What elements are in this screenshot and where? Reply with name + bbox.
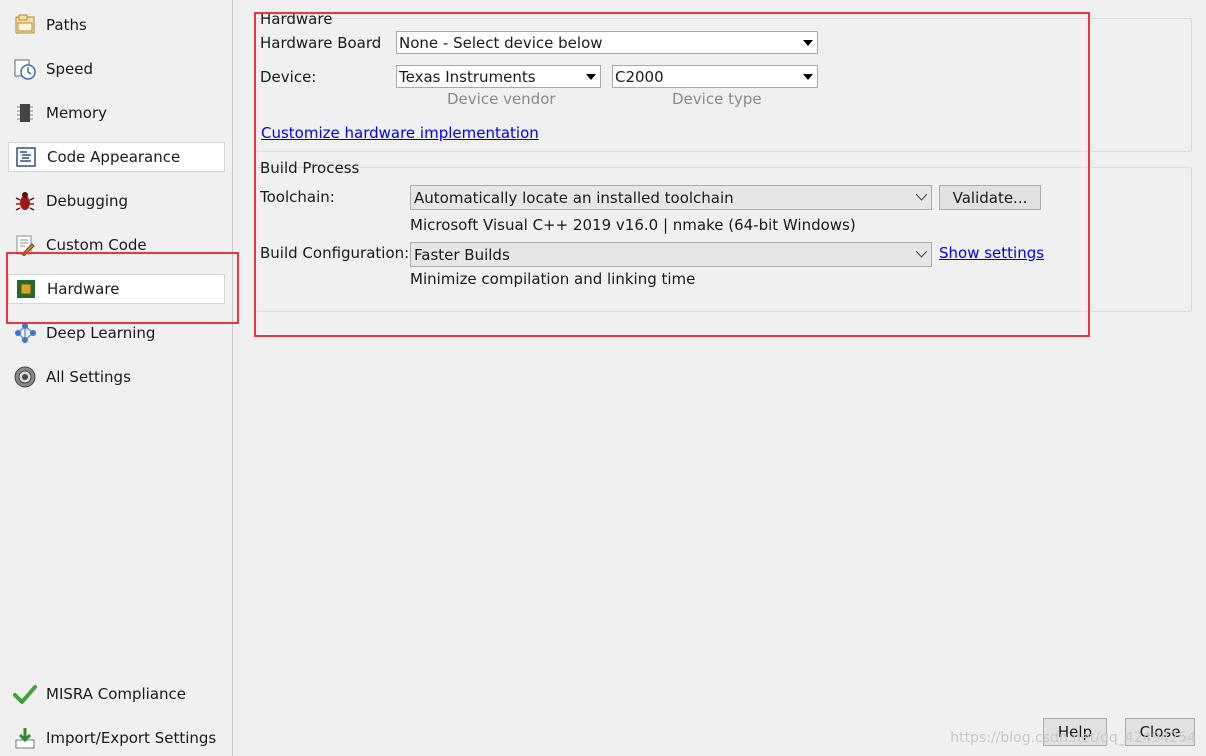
sidebar-item-label: Deep Learning — [46, 324, 156, 342]
sidebar-item-label: Paths — [46, 16, 87, 34]
sidebar-item-label: Import/Export Settings — [46, 729, 217, 747]
toolchain-value: Automatically locate an installed toolch… — [414, 188, 734, 207]
main-content: Hardware Hardware Board None - Select de… — [233, 0, 1206, 756]
sidebar-item-label: All Settings — [46, 368, 131, 386]
device-vendor-dropdown[interactable]: Texas Instruments — [396, 65, 601, 88]
toolchain-dropdown[interactable]: Automatically locate an installed toolch… — [410, 185, 932, 210]
sidebar-item-label: Hardware — [47, 280, 120, 298]
custom-code-icon — [12, 232, 38, 258]
chevron-down-icon — [582, 73, 600, 80]
sidebar-item-label: Code Appearance — [47, 148, 181, 166]
device-type-dropdown[interactable]: C2000 — [612, 65, 818, 88]
build-configuration-value: Faster Builds — [414, 245, 510, 264]
folder-icon — [12, 12, 38, 38]
chevron-down-icon — [799, 39, 817, 46]
watermark: https://blog.csdn.net/qq_42494254 — [950, 730, 1196, 746]
chevron-down-icon — [911, 194, 931, 201]
memory-icon — [12, 100, 38, 126]
import-export-icon — [12, 725, 38, 751]
hardware-board-value: None - Select device below — [399, 33, 603, 52]
sidebar-item-custom-code[interactable]: Custom Code — [8, 230, 225, 260]
toolchain-info: Microsoft Visual C++ 2019 v16.0 | nmake … — [410, 216, 856, 234]
show-settings-link[interactable]: Show settings — [939, 244, 1044, 262]
build-configuration-dropdown[interactable]: Faster Builds — [410, 242, 932, 267]
checkmark-icon — [12, 681, 38, 707]
sidebar-item-misra-compliance[interactable]: MISRA Compliance — [8, 679, 225, 709]
sidebar: Paths Speed Memory Code Appearance Debug… — [0, 0, 233, 756]
clock-icon — [12, 56, 38, 82]
network-icon — [12, 320, 38, 346]
build-process-title: Build Process — [260, 159, 360, 177]
hardware-section-title: Hardware — [260, 10, 333, 28]
validate-button[interactable]: Validate... — [939, 185, 1041, 210]
device-type-value: C2000 — [615, 67, 664, 86]
sidebar-item-deep-learning[interactable]: Deep Learning — [8, 318, 225, 348]
gear-icon — [12, 364, 38, 390]
sidebar-item-memory[interactable]: Memory — [8, 98, 225, 128]
hardware-board-label: Hardware Board — [260, 34, 382, 52]
sidebar-item-label: Speed — [46, 60, 94, 78]
device-label: Device: — [260, 68, 317, 86]
build-configuration-label: Build Configuration: — [260, 244, 410, 262]
device-type-hint: Device type — [672, 90, 762, 108]
sidebar-item-debugging[interactable]: Debugging — [8, 186, 225, 216]
sidebar-item-label: Debugging — [46, 192, 129, 210]
chip-icon — [13, 276, 39, 302]
sidebar-item-hardware[interactable]: Hardware — [8, 274, 225, 304]
sidebar-item-label: Custom Code — [46, 236, 147, 254]
chevron-down-icon — [911, 251, 931, 258]
device-vendor-hint: Device vendor — [447, 90, 556, 108]
sidebar-item-label: MISRA Compliance — [46, 685, 187, 703]
code-appearance-icon — [13, 144, 39, 170]
customize-hardware-link[interactable]: Customize hardware implementation — [261, 124, 539, 142]
sidebar-item-all-settings[interactable]: All Settings — [8, 362, 225, 392]
sidebar-item-import-export[interactable]: Import/Export Settings — [8, 723, 225, 753]
hardware-board-dropdown[interactable]: None - Select device below — [396, 31, 818, 54]
sidebar-item-code-appearance[interactable]: Code Appearance — [8, 142, 225, 172]
build-configuration-info: Minimize compilation and linking time — [410, 270, 696, 288]
chevron-down-icon — [799, 73, 817, 80]
sidebar-item-label: Memory — [46, 104, 108, 122]
device-vendor-value: Texas Instruments — [399, 67, 536, 86]
bug-icon — [12, 188, 38, 214]
sidebar-item-paths[interactable]: Paths — [8, 10, 225, 40]
sidebar-item-speed[interactable]: Speed — [8, 54, 225, 84]
toolchain-label: Toolchain: — [260, 188, 335, 206]
